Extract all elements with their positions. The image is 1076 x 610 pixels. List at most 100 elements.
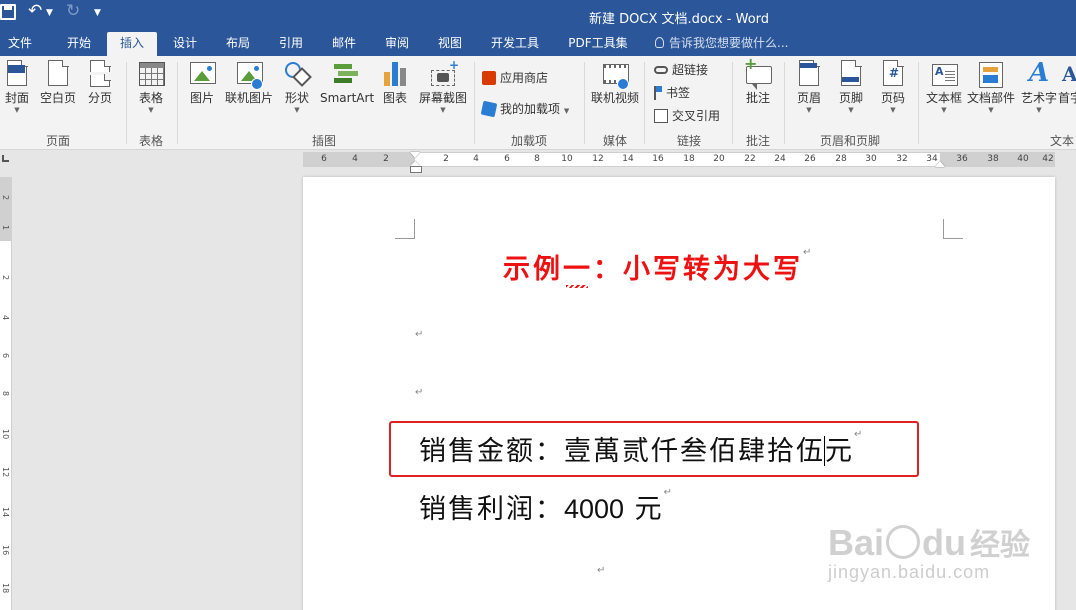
tab-view[interactable]: 视图 bbox=[427, 32, 473, 56]
tab-pdf-tools[interactable]: PDF工具集 bbox=[560, 32, 636, 56]
ruler-tick: 42 bbox=[1042, 154, 1054, 164]
customize-toolbar-icon[interactable]: ▼ bbox=[94, 8, 101, 18]
ruler-tick: 2 bbox=[383, 154, 389, 164]
comment-button[interactable]: + 批注 bbox=[733, 54, 783, 105]
tab-design[interactable]: 设计 bbox=[162, 32, 208, 56]
group-label-text: 文本 bbox=[1050, 134, 1075, 148]
ruler-tick: 18 bbox=[1, 583, 10, 594]
document-heading[interactable]: 示例一：小写转为大写↵ bbox=[503, 247, 811, 286]
textbox-button[interactable]: 文本框▼ bbox=[919, 60, 969, 115]
tab-selector[interactable] bbox=[0, 152, 12, 167]
comment-icon: + bbox=[744, 54, 772, 90]
store-button[interactable]: 应用商店 bbox=[482, 68, 548, 88]
paragraph-mark: ↵ bbox=[415, 329, 424, 340]
ruler-tick: 6 bbox=[321, 154, 327, 164]
header-icon bbox=[797, 59, 821, 88]
title-bar: ↶ ▼ ↻ ▼ 新建 DOCX 文档.docx - Word bbox=[0, 0, 1076, 32]
ruler-tick: 32 bbox=[896, 154, 908, 164]
vertical-ruler[interactable]: 2 1 2 4 6 8 10 12 14 16 18 bbox=[0, 177, 12, 610]
tab-mailings[interactable]: 邮件 bbox=[321, 32, 367, 56]
ruler-tick: 16 bbox=[652, 154, 664, 164]
tab-references[interactable]: 引用 bbox=[268, 32, 314, 56]
online-picture-button[interactable]: 联机图片 bbox=[224, 60, 274, 105]
tab-insert[interactable]: 插入 bbox=[107, 32, 157, 56]
group-label-pages: 页面 bbox=[46, 134, 71, 148]
wordart-button[interactable]: A 艺术字 ▼ bbox=[1014, 58, 1064, 115]
undo-dropdown-icon[interactable]: ▼ bbox=[46, 8, 53, 18]
ruler-tick: 12 bbox=[592, 154, 604, 164]
tab-home[interactable]: 开始 bbox=[56, 32, 102, 56]
picture-button[interactable]: 图片 bbox=[177, 60, 227, 105]
ruler-tick: 14 bbox=[622, 154, 634, 164]
screenshot-button[interactable]: + 屏幕截图 ▼ bbox=[416, 58, 470, 115]
margin-mark-right bbox=[943, 219, 963, 239]
group-label-comments: 批注 bbox=[746, 134, 771, 148]
shapes-icon bbox=[285, 60, 312, 88]
my-addins-button[interactable]: 我的加载项 ▼ bbox=[480, 99, 569, 119]
group-label-header-footer: 页眉和页脚 bbox=[820, 134, 881, 148]
sales-amount-line[interactable]: 销售金额：壹萬贰仟叁佰肆拾伍元↵ bbox=[419, 429, 862, 468]
ruler-tick: 24 bbox=[774, 154, 786, 164]
sales-profit-unit: 元 bbox=[634, 494, 664, 525]
paragraph-mark: ↵ bbox=[415, 387, 424, 398]
ruler-tick: 30 bbox=[865, 154, 877, 164]
left-indent-marker[interactable] bbox=[410, 161, 422, 173]
smartart-icon bbox=[334, 60, 358, 88]
ruler-tick: 6 bbox=[504, 154, 510, 164]
ruler-tick: 2 bbox=[1, 275, 10, 281]
smartart-button[interactable]: SmartArt bbox=[320, 60, 374, 105]
redo-icon[interactable]: ↻ bbox=[66, 1, 80, 21]
chart-icon bbox=[383, 60, 407, 88]
group-label-illustrations: 插图 bbox=[312, 134, 337, 148]
ruler-tick: 38 bbox=[987, 154, 999, 164]
ruler-tick: 20 bbox=[713, 154, 725, 164]
tab-file[interactable]: 文件 bbox=[0, 32, 40, 56]
window-title: 新建 DOCX 文档.docx - Word bbox=[589, 12, 770, 27]
tell-me-text: 告诉我您想要做什么... bbox=[669, 36, 789, 50]
wordart-icon: A bbox=[1029, 58, 1050, 88]
cross-reference-icon bbox=[654, 109, 668, 123]
cover-page-icon bbox=[5, 59, 29, 88]
save-icon[interactable] bbox=[0, 4, 16, 20]
bookmark-button[interactable]: 书签 bbox=[654, 83, 690, 103]
table-icon bbox=[139, 60, 165, 88]
sales-profit-line[interactable]: 销售利润：4000 元↵ bbox=[419, 487, 672, 526]
link-icon bbox=[654, 66, 668, 74]
ruler-tick: 1 bbox=[1, 225, 10, 231]
sales-profit-value: 4000 bbox=[564, 494, 625, 524]
ruler-tick: 4 bbox=[1, 315, 10, 321]
tab-layout[interactable]: 布局 bbox=[215, 32, 261, 56]
ruler-tick: 6 bbox=[1, 353, 10, 359]
tab-developer[interactable]: 开发工具 bbox=[483, 32, 547, 56]
undo-icon[interactable]: ↶ bbox=[28, 1, 42, 21]
spelling-underline: 一 bbox=[563, 254, 593, 285]
ruler-tick: 26 bbox=[804, 154, 816, 164]
page-number-icon: # bbox=[881, 59, 905, 88]
ruler-tick: 22 bbox=[744, 154, 756, 164]
hyperlink-button[interactable]: 超链接 bbox=[654, 60, 708, 80]
first-line-indent-marker[interactable] bbox=[410, 152, 420, 158]
ruler-tick: 4 bbox=[352, 154, 358, 164]
cross-reference-button[interactable]: 交叉引用 bbox=[654, 106, 720, 126]
ruler-tick: 4 bbox=[473, 154, 479, 164]
online-video-button[interactable]: 联机视频 bbox=[588, 60, 642, 105]
right-indent-marker[interactable] bbox=[935, 161, 945, 167]
ruler-tick: 2 bbox=[1, 195, 10, 201]
ribbon-tabs: 文件 开始 插入 设计 布局 引用 邮件 审阅 视图 开发工具 PDF工具集 告… bbox=[0, 32, 1076, 56]
shapes-button[interactable]: 形状 ▼ bbox=[272, 60, 322, 115]
ruler-tick: 18 bbox=[683, 154, 695, 164]
dropcap-button[interactable]: A 首字 bbox=[1058, 60, 1076, 105]
sales-amount-label: 销售金额： bbox=[419, 436, 564, 467]
quick-parts-button[interactable]: 文档部件 ▼ bbox=[966, 60, 1016, 115]
tab-review[interactable]: 审阅 bbox=[374, 32, 420, 56]
tell-me-search[interactable]: 告诉我您想要做什么... bbox=[655, 32, 788, 56]
sales-amount-value: 壹萬贰仟叁佰肆拾伍 bbox=[564, 436, 825, 467]
ruler-tick: 36 bbox=[956, 154, 968, 164]
page-number-button[interactable]: # 页码 ▼ bbox=[868, 59, 918, 115]
online-video-icon bbox=[603, 60, 629, 90]
chart-button[interactable]: 图表 bbox=[370, 60, 420, 105]
group-label-links: 链接 bbox=[677, 134, 702, 148]
table-button[interactable]: 表格 ▼ bbox=[126, 60, 176, 115]
page-break-button[interactable]: 分页 bbox=[75, 59, 125, 105]
group-label-tables: 表格 bbox=[139, 134, 164, 148]
